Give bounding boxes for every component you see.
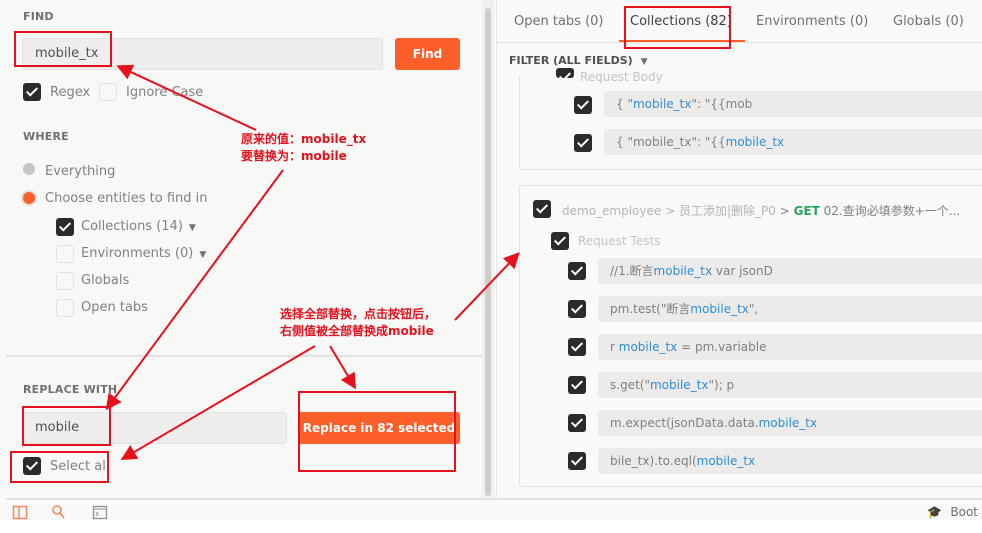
ignore-case-label: Ignore Case: [126, 85, 204, 100]
regex-label: Regex: [50, 85, 91, 100]
result-row: pm.test("断言mobile_tx",: [598, 296, 982, 322]
result-row: m.expect(jsonData.data.mobile_tx: [598, 410, 982, 436]
globals-entity-label: Globals: [81, 273, 130, 288]
collections-entity[interactable]: Collections (14) ▼: [81, 219, 196, 234]
active-tab-indicator: [619, 40, 745, 42]
result-row: s.get("mobile_tx"); p: [598, 372, 982, 398]
request-breadcrumb: demo_employee > 员工添加|删除_P0 > GET 02.查询必填…: [562, 204, 961, 218]
result-row-checkbox[interactable]: [574, 134, 592, 152]
status-bar: 🎓 Boot: [6, 498, 982, 520]
environments-entity-label: Environments (0): [81, 246, 194, 261]
open-tabs-checkbox[interactable]: [56, 299, 74, 317]
result-row: //1.断言mobile_tx var jsonD: [598, 258, 982, 284]
sidebar-toggle-icon[interactable]: [12, 504, 28, 520]
result-row-checkbox[interactable]: [568, 262, 586, 280]
result-row-checkbox[interactable]: [568, 338, 586, 356]
tab-globals[interactable]: Globals (0): [893, 14, 964, 29]
filter-dropdown[interactable]: FILTER (ALL FIELDS) ▼: [509, 54, 648, 67]
bootcamp-link[interactable]: 🎓 Boot: [927, 505, 978, 519]
tab-environments[interactable]: Environments (0): [756, 14, 868, 29]
ignore-case-checkbox[interactable]: [99, 83, 117, 101]
caret-down-icon[interactable]: ▼: [189, 223, 196, 233]
find-replace-app: FIND mobile_tx Find Regex Ignore Case WH…: [0, 0, 982, 520]
select-all-checkbox[interactable]: [23, 457, 41, 475]
tab-collections[interactable]: Collections (82): [630, 14, 732, 29]
everything-label: Everything: [45, 164, 116, 179]
find-button[interactable]: Find: [395, 38, 460, 70]
filter-label: FILTER (ALL FIELDS): [509, 54, 633, 67]
result-group-request-body: Request Body { "mobile_tx": "{{mob { "mo…: [519, 68, 982, 170]
result-row-checkbox[interactable]: [568, 376, 586, 394]
replace-section-label: REPLACE WITH: [23, 383, 118, 396]
choose-entities-radio[interactable]: [23, 192, 35, 204]
request-body-label: Request Body: [580, 70, 663, 84]
scrollbar-thumb[interactable]: [485, 8, 491, 496]
where-section-label: WHERE: [23, 130, 69, 143]
everything-radio[interactable]: [23, 163, 35, 175]
regex-checkbox[interactable]: [23, 83, 41, 101]
method-badge: GET: [793, 204, 820, 218]
choose-entities-label: Choose entities to find in: [45, 191, 208, 206]
result-row-checkbox[interactable]: [574, 96, 592, 114]
caret-down-icon: ▼: [640, 57, 648, 67]
collections-checkbox[interactable]: [56, 218, 74, 236]
result-row: r mobile_tx = pm.variable: [598, 334, 982, 360]
section-divider: [6, 355, 482, 357]
request-checkbox[interactable]: [533, 200, 551, 218]
find-input[interactable]: mobile_tx: [22, 38, 383, 70]
globals-checkbox[interactable]: [56, 272, 74, 290]
result-row-checkbox[interactable]: [568, 300, 586, 318]
open-tabs-entity-label: Open tabs: [81, 300, 148, 315]
result-group-request: demo_employee > 员工添加|删除_P0 > GET 02.查询必填…: [519, 185, 982, 487]
find-section-label: FIND: [23, 10, 54, 23]
results-tabs: Open tabs (0) Collections (82) Environme…: [497, 0, 982, 43]
tab-open-tabs[interactable]: Open tabs (0): [514, 14, 604, 29]
replace-input[interactable]: mobile: [22, 412, 287, 444]
find-replace-icon[interactable]: [50, 504, 66, 520]
annotation-note-replace-all: 选择全部替换，点击按钮后， 右侧值被全部替换成mobile: [280, 307, 437, 338]
collections-entity-label: Collections (14): [81, 219, 183, 234]
results-panel: Open tabs (0) Collections (82) Environme…: [496, 0, 982, 498]
annotation-note-values: 原来的值：mobile_tx 要替换为：mobile: [241, 132, 367, 163]
result-row-checkbox[interactable]: [568, 452, 586, 470]
request-tests-checkbox[interactable]: [551, 232, 569, 250]
select-all-label: Select all: [50, 459, 110, 474]
result-row-checkbox[interactable]: [568, 414, 586, 432]
environments-entity[interactable]: Environments (0) ▼: [81, 246, 206, 261]
result-row: { "mobile_tx": "{{mob: [604, 91, 982, 117]
replace-selected-button[interactable]: Replace in 82 selected: [298, 412, 460, 444]
result-row: bile_tx).to.eql(mobile_tx: [598, 448, 982, 474]
caret-down-icon[interactable]: ▼: [199, 250, 206, 260]
request-body-checkbox[interactable]: [556, 68, 574, 78]
environments-checkbox[interactable]: [56, 245, 74, 263]
request-tests-label: Request Tests: [578, 234, 661, 248]
bootcamp-label: Boot: [950, 505, 978, 519]
graduation-cap-icon: 🎓: [927, 505, 943, 519]
result-row: { "mobile_tx": "{{mobile_tx: [604, 129, 982, 155]
console-icon[interactable]: [92, 504, 108, 520]
